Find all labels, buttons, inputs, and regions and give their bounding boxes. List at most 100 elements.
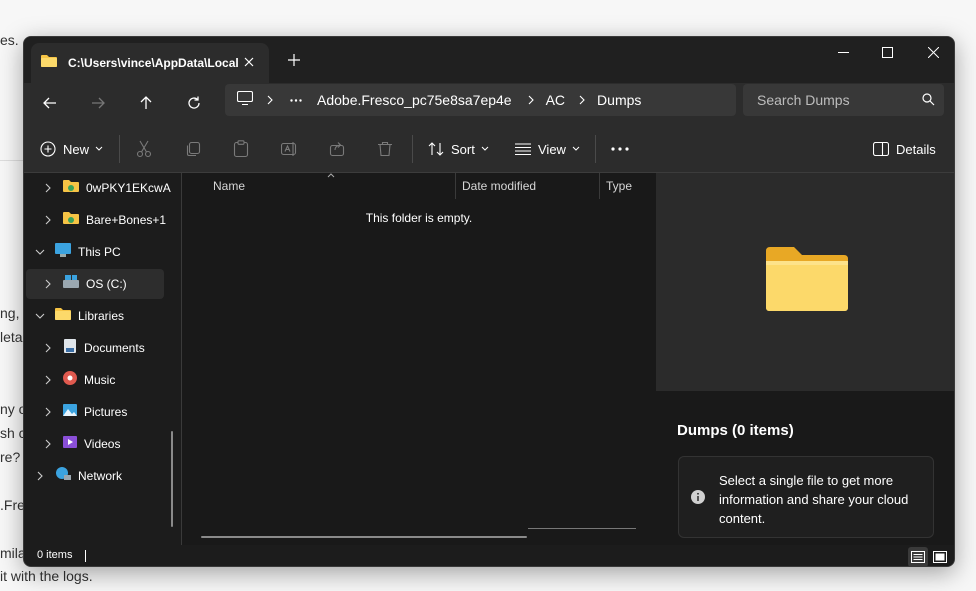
clipboard-icon bbox=[233, 140, 249, 158]
breadcrumb-item[interactable]: Adobe.Fresco_pc75e8sa7ep4e bbox=[317, 92, 512, 108]
large-folder-icon bbox=[764, 245, 850, 318]
close-tab-icon[interactable] bbox=[239, 52, 259, 72]
column-header-date-modified[interactable]: Date modified bbox=[462, 173, 536, 199]
sidebar-item-network[interactable]: Network bbox=[24, 461, 182, 491]
bg-text: ng, bbox=[0, 305, 20, 321]
folder-icon bbox=[40, 54, 58, 73]
sort-button[interactable]: Sort bbox=[428, 133, 489, 165]
drive-icon bbox=[62, 274, 80, 295]
bg-text: es. bbox=[0, 32, 19, 48]
delete-button[interactable] bbox=[377, 133, 393, 165]
view-button[interactable]: View bbox=[515, 133, 580, 165]
chevron-down-icon bbox=[572, 146, 580, 151]
sidebar-item-label: Documents bbox=[84, 341, 145, 355]
details-label: Details bbox=[896, 141, 936, 157]
details-pane: Dumps (0 items) Select a single file to … bbox=[656, 173, 954, 545]
chevron-right-icon[interactable] bbox=[40, 436, 56, 452]
minimize-button[interactable] bbox=[820, 37, 866, 67]
pc-icon bbox=[54, 242, 72, 263]
item-count: 0 items bbox=[37, 549, 73, 561]
sidebar-item-0wpky1ekcwa[interactable]: 0wPKY1EKcwA bbox=[24, 173, 182, 203]
info-icon bbox=[690, 489, 706, 510]
cut-button[interactable] bbox=[136, 133, 152, 165]
copy-icon bbox=[186, 141, 201, 157]
pictures-icon bbox=[62, 402, 78, 423]
sort-icon bbox=[428, 142, 444, 156]
sidebar-item-videos[interactable]: Videos bbox=[24, 429, 182, 459]
bg-text: re? bbox=[0, 449, 21, 465]
column-label: Name bbox=[213, 179, 246, 193]
breadcrumb-item[interactable]: AC bbox=[546, 92, 565, 108]
close-window-button[interactable] bbox=[910, 37, 954, 67]
music-icon bbox=[62, 370, 78, 391]
tab-current[interactable]: C:\Users\vince\AppData\Local bbox=[31, 43, 269, 83]
sort-label: Sort bbox=[451, 141, 475, 157]
sidebar-item-libraries[interactable]: Libraries bbox=[24, 301, 182, 331]
bg-text: .Fre bbox=[0, 497, 24, 513]
column-divider[interactable] bbox=[599, 173, 600, 199]
tiles-view-button[interactable] bbox=[930, 547, 950, 566]
sidebar-item-pictures[interactable]: Pictures bbox=[24, 397, 182, 427]
empty-folder-message: This folder is empty. bbox=[365, 211, 473, 225]
details-title: Dumps (0 items) bbox=[677, 422, 794, 439]
column-divider[interactable] bbox=[455, 173, 456, 199]
details-preview bbox=[656, 173, 954, 391]
chevron-right-icon[interactable] bbox=[40, 276, 56, 292]
chevron-right-icon[interactable] bbox=[257, 95, 283, 105]
column-header-name[interactable]: Name bbox=[213, 173, 245, 199]
column-header-type[interactable]: Type bbox=[606, 173, 632, 199]
chevron-right-icon[interactable] bbox=[569, 95, 595, 105]
paste-button[interactable] bbox=[233, 133, 249, 165]
scroll-track bbox=[528, 528, 636, 529]
more-options-button[interactable] bbox=[611, 133, 629, 165]
navigation-bar: Adobe.Fresco_pc75e8sa7ep4e AC Dumps Sear… bbox=[24, 83, 954, 125]
details-pane-button[interactable]: Details bbox=[873, 133, 936, 165]
details-view-icon bbox=[911, 551, 925, 563]
sidebar-item-documents[interactable]: Documents bbox=[24, 333, 182, 363]
share-button[interactable] bbox=[329, 133, 345, 165]
sidebar-item-label: Videos bbox=[84, 437, 121, 451]
copy-button[interactable] bbox=[185, 133, 201, 165]
sidebar-item-this-pc[interactable]: This PC bbox=[24, 237, 182, 267]
sidebar-item-label: Bare+Bones+1 bbox=[86, 213, 167, 227]
chevron-right-icon[interactable] bbox=[518, 95, 544, 105]
toolbar-divider bbox=[119, 135, 120, 163]
sidebar-item-label: Pictures bbox=[84, 405, 128, 419]
new-tab-button[interactable] bbox=[283, 49, 305, 71]
chevron-right-icon[interactable] bbox=[40, 404, 56, 420]
bg-divider bbox=[0, 160, 24, 161]
sidebar-item-bare-bones[interactable]: Bare+Bones+1 bbox=[24, 205, 182, 235]
chevron-down-icon[interactable] bbox=[32, 308, 48, 324]
chevron-right-icon[interactable] bbox=[40, 212, 56, 228]
file-list: Name Date modified Type This folder is e… bbox=[183, 173, 655, 545]
details-view-button[interactable] bbox=[908, 547, 928, 566]
new-button[interactable]: New bbox=[40, 133, 103, 165]
sidebar-item-os-c[interactable]: OS (C:) bbox=[26, 269, 164, 299]
status-bar: 0 items bbox=[24, 545, 954, 566]
chevron-right-icon[interactable] bbox=[40, 180, 56, 196]
back-button[interactable] bbox=[34, 87, 66, 119]
trash-icon bbox=[378, 141, 392, 157]
rename-button[interactable] bbox=[281, 133, 299, 165]
chevron-down-icon[interactable] bbox=[32, 244, 48, 260]
share-icon bbox=[329, 142, 345, 157]
sidebar-item-music[interactable]: Music bbox=[24, 365, 182, 395]
chevron-right-icon[interactable] bbox=[40, 372, 56, 388]
sidebar-item-label: This PC bbox=[78, 245, 121, 259]
address-bar[interactable]: Adobe.Fresco_pc75e8sa7ep4e AC Dumps bbox=[225, 84, 736, 116]
maximize-button[interactable] bbox=[864, 37, 910, 67]
more-breadcrumbs-icon[interactable] bbox=[283, 98, 309, 102]
refresh-button[interactable] bbox=[178, 87, 210, 119]
horizontal-scrollbar[interactable] bbox=[201, 536, 527, 538]
new-label: New bbox=[63, 141, 90, 157]
network-icon bbox=[54, 466, 72, 487]
search-input[interactable]: Search Dumps bbox=[743, 84, 944, 116]
breadcrumb-item[interactable]: Dumps bbox=[597, 92, 641, 108]
up-button[interactable] bbox=[130, 87, 162, 119]
sidebar-scrollbar[interactable] bbox=[171, 431, 173, 527]
search-icon[interactable] bbox=[922, 93, 935, 111]
chevron-right-icon[interactable] bbox=[32, 468, 48, 484]
sidebar-item-label: Libraries bbox=[78, 309, 125, 323]
chevron-right-icon[interactable] bbox=[40, 340, 56, 356]
forward-button[interactable] bbox=[82, 87, 114, 119]
